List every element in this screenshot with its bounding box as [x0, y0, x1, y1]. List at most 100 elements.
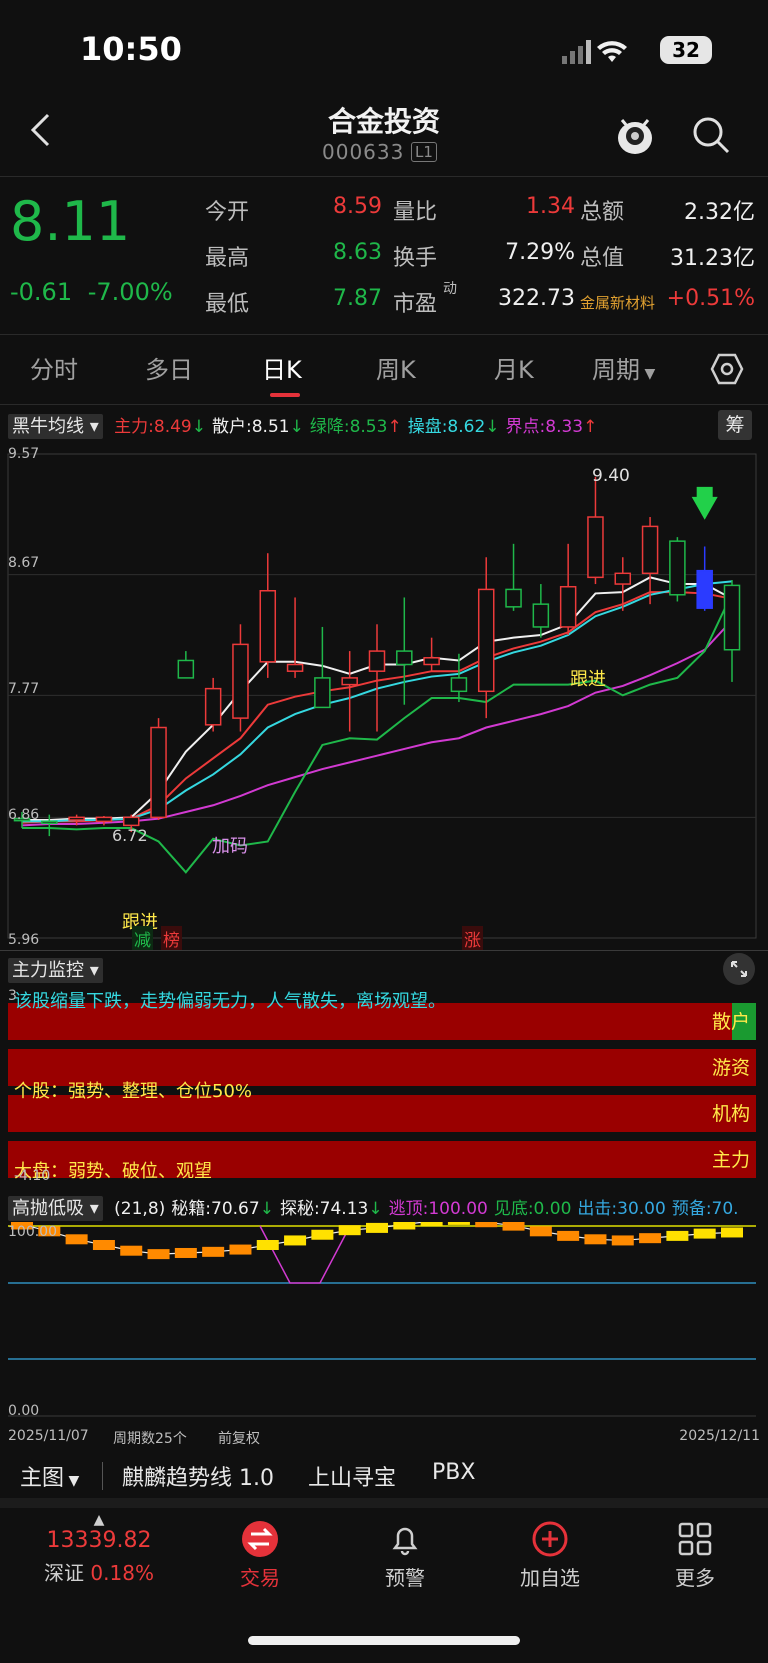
quote-label: 最高 — [205, 246, 250, 271]
sub1-indicator-dropdown[interactable]: 主力监控 ▾ — [8, 958, 103, 983]
candle-body — [314, 677, 331, 709]
quote-value: 31.23亿 — [670, 246, 755, 271]
signal-bar — [611, 1235, 634, 1246]
stock-comment: 该股缩量下跌，走势偏弱无力，人气散失，离场观望。 — [14, 991, 446, 1012]
signal-bar — [666, 1230, 689, 1241]
main-chart-selector[interactable]: 主图 ▼ — [20, 1460, 79, 1492]
y-axis-label: 7.77 — [8, 681, 40, 697]
quote-value: 322.73 — [498, 286, 575, 311]
tab-zhouqi-label: 周期 — [592, 356, 640, 384]
home-indicator — [248, 1636, 520, 1645]
indicator-value: 操盘:8.62 — [407, 417, 486, 437]
candle-body — [204, 687, 222, 726]
end-date: 2025/12/11 — [679, 1428, 760, 1444]
candle-body — [423, 657, 440, 666]
signal-bar — [584, 1234, 607, 1245]
tab-zhouk[interactable]: 周K — [376, 350, 416, 385]
sub2-indicator-name: 高抛低吸 — [12, 1198, 84, 1219]
signal-bar — [147, 1249, 170, 1260]
nav-alert[interactable]: 预警 — [345, 1520, 465, 1591]
settings-hex-icon[interactable] — [710, 352, 744, 386]
quote-value: 2.32亿 — [684, 200, 755, 225]
price-change: -0.61 -7.00% — [10, 278, 173, 306]
signal-bar — [420, 1222, 443, 1227]
index-up-icon: ▲ — [93, 1512, 105, 1528]
tab-underline — [270, 393, 300, 397]
sector-change: +0.51% — [666, 286, 755, 311]
gaopao-chart[interactable] — [0, 1222, 768, 1420]
youzi-label: 游资 — [711, 1057, 750, 1079]
sector-label[interactable]: 金属新材料 — [580, 292, 655, 313]
tab-fenshi[interactable]: 分时 — [30, 350, 78, 385]
index-ticker[interactable]: ▲ 13339.82 深证 0.18% — [34, 1512, 164, 1586]
candle-body — [150, 726, 167, 819]
quote-label: 最低 — [205, 292, 250, 317]
toolbar-item[interactable]: 麒麟趋势线 1.0 — [122, 1460, 274, 1492]
y-axis-label: 8.67 — [8, 555, 40, 571]
adjust-mode[interactable]: 前复权 — [218, 1428, 260, 1448]
quote-label-sup: 动 — [443, 281, 457, 297]
expand-icon[interactable] — [722, 952, 756, 986]
signal-bar — [338, 1225, 361, 1236]
sub1-left-bottom: -4.10 — [14, 1168, 51, 1184]
nav-add-watchlist[interactable]: 加自选 — [490, 1520, 610, 1591]
bell-icon — [392, 1527, 418, 1556]
candle-body — [41, 820, 58, 825]
indicator-value: (21,8) — [114, 1199, 166, 1219]
main-indicator-bar: 黑牛均线 ▾ 主力:8.49↓ 散户:8.51↓ 绿降:8.53↑ 操盘:8.62↓ 界… — [8, 412, 597, 439]
sub2-indicator-bar: 高抛低吸 ▾ (21,8) 秘籍:70.67↓ 探秘:74.13↓ 逃顶:100.00… — [8, 1194, 739, 1221]
escape-line — [259, 1225, 351, 1284]
nav-trade-label: 交易 — [240, 1566, 280, 1590]
nav-trade[interactable]: 交易 — [200, 1520, 320, 1591]
start-date: 2025/11/07 — [8, 1428, 89, 1444]
signal-bar — [65, 1234, 88, 1245]
bang-signal: 榜 — [161, 926, 182, 951]
tab-zhouqi[interactable]: 周期 ▼ — [592, 350, 655, 385]
indicator-value: 绿降:8.53 — [309, 417, 388, 437]
index-pct: 0.18% — [90, 1561, 154, 1585]
chips-button[interactable]: 筹 — [718, 410, 752, 440]
sub2-y-top: 100.00 — [8, 1224, 57, 1240]
tab-rik[interactable]: 日K — [262, 350, 302, 385]
indicator-value: 秘籍:70.67 — [171, 1199, 260, 1219]
search-icon[interactable] — [690, 114, 732, 156]
candle-body — [587, 516, 604, 579]
level-badge: L1 — [411, 142, 437, 162]
mascot-icon[interactable] — [612, 112, 658, 158]
nav-more[interactable]: 更多 — [635, 1520, 755, 1591]
candle-body — [669, 540, 686, 596]
sub2-indicator-dropdown[interactable]: 高抛低吸 ▾ — [8, 1196, 103, 1221]
y-axis-label: 6.86 — [8, 807, 40, 823]
quote-label: 量比 — [393, 200, 438, 225]
trend-arrow-icon: ↑ — [387, 417, 402, 437]
nav-add-label: 加自选 — [520, 1566, 580, 1590]
candle-body — [450, 677, 468, 693]
quote-label: 市盈 — [393, 292, 438, 317]
main-indicator-dropdown[interactable]: 黑牛均线 ▾ — [8, 414, 103, 439]
trade-icon — [242, 1521, 278, 1557]
sub2-y-bottom: 0.00 — [8, 1403, 40, 1419]
jiama-label: 加码 — [212, 836, 248, 857]
candle-body — [505, 588, 522, 608]
nav-alert-label: 预警 — [385, 1566, 425, 1590]
kline-chart[interactable] — [0, 446, 768, 946]
jigou-label: 机构 — [711, 1103, 750, 1125]
signal-bar — [447, 1222, 470, 1225]
toolbar-item[interactable]: 上山寻宝 — [308, 1460, 396, 1492]
indicator-value: 预备:70. — [671, 1199, 739, 1219]
high-annotation: 9.40 — [592, 466, 630, 486]
candle-body — [477, 588, 495, 693]
indicator-value: 逃顶:100.00 — [388, 1199, 488, 1219]
signal-bar — [174, 1247, 197, 1258]
tab-duori[interactable]: 多日 — [145, 350, 193, 385]
stock-status: 个股：强势、整理、仓位50% — [14, 1081, 253, 1102]
battery-indicator: 32 — [660, 36, 712, 64]
sanhu-label: 散户 — [711, 1011, 750, 1033]
quote-label: 总额 — [580, 200, 625, 225]
index-value: 13339.82 — [46, 1528, 152, 1553]
stock-code: 000633 — [322, 140, 405, 164]
candle-body — [177, 659, 195, 679]
tab-yuek[interactable]: 月K — [494, 350, 534, 385]
quote-value: 8.63 — [333, 240, 382, 265]
toolbar-item[interactable]: PBX — [432, 1460, 475, 1485]
